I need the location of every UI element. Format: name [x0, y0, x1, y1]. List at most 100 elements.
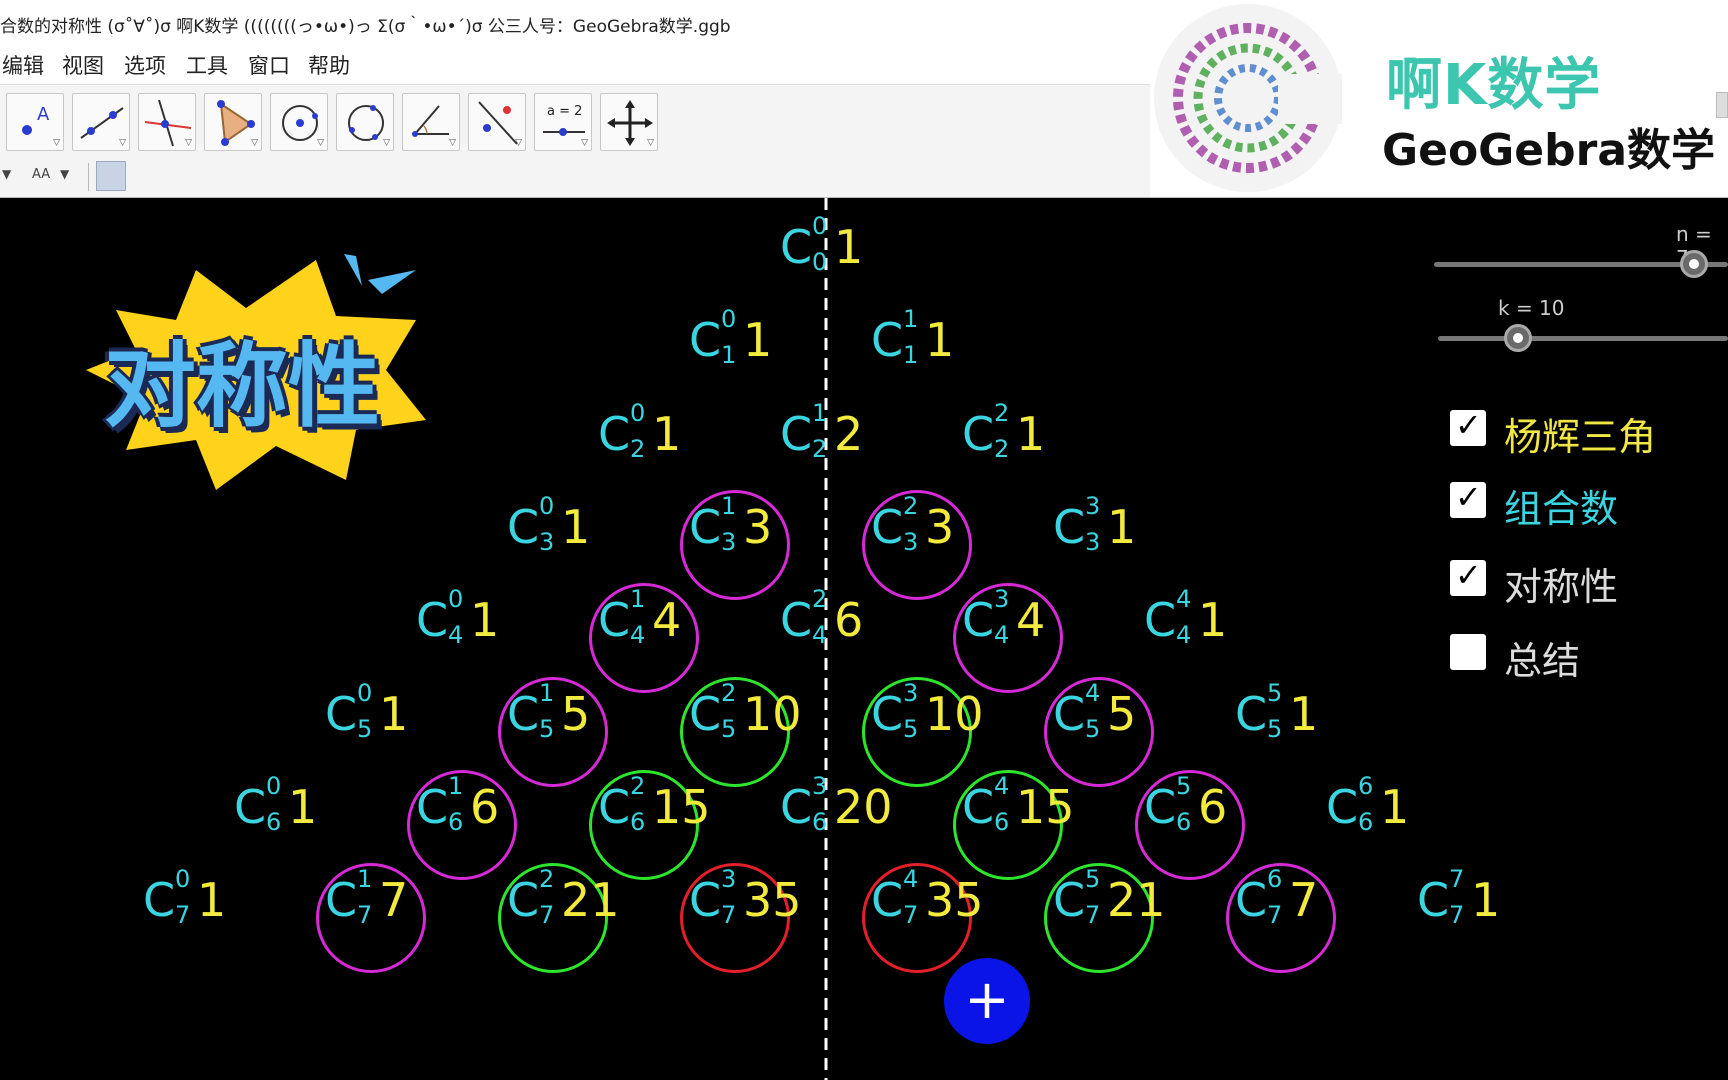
combination-value: 1 — [1289, 686, 1319, 741]
perpendicular-line-tool[interactable]: ▽ — [138, 93, 196, 151]
checkbox-box[interactable]: ✓ — [1450, 406, 1486, 446]
combination-value: 6 — [470, 779, 500, 834]
combination-symbol: C — [871, 873, 904, 928]
combination-n: 3 — [539, 527, 555, 556]
checkbox-box[interactable]: ✓ — [1450, 478, 1486, 518]
combination-symbol: C — [780, 593, 813, 648]
combination-value: 7 — [379, 873, 409, 928]
combination-symbol: C — [1235, 686, 1268, 741]
reflect-tool[interactable]: ▽ — [468, 93, 526, 151]
combination-symbol: C — [962, 779, 995, 834]
combination-symbol: C — [780, 406, 813, 461]
spiral-logo-icon — [1173, 23, 1342, 173]
combination-symbol: C — [780, 779, 813, 834]
svg-text:A: A — [37, 104, 50, 125]
side-panel-toggle[interactable] — [1716, 92, 1728, 118]
checkbox-label: 杨辉三角 — [1504, 415, 1657, 459]
combination-symbol: C — [325, 873, 358, 928]
combination-n: 5 — [357, 714, 373, 743]
brand-name: 啊K数学 — [1386, 53, 1602, 118]
combination-k: 7 — [1449, 865, 1465, 894]
combination-value: 1 — [1016, 406, 1046, 461]
combination-symbol: C — [689, 873, 722, 928]
checkbox-box[interactable] — [1450, 634, 1486, 670]
circle-center-point-tool[interactable]: ▽ — [270, 93, 328, 151]
combination-value: 15 — [652, 779, 711, 834]
combination-n: 5 — [539, 714, 555, 743]
font-size-button[interactable]: AA — [32, 167, 50, 182]
menu-window[interactable]: 窗口 — [248, 50, 290, 80]
combination-k: 3 — [812, 771, 828, 800]
combination-symbol: C — [780, 220, 813, 274]
combination-k: 3 — [721, 865, 737, 894]
combination-n: 1 — [903, 341, 919, 370]
slider-k-handle[interactable] — [1504, 324, 1532, 352]
pin-icon[interactable] — [96, 161, 126, 191]
checkbox-box[interactable]: ✓ — [1450, 556, 1486, 596]
combination-value: 1 — [197, 873, 227, 928]
combination-value: 2 — [834, 406, 864, 461]
angle-tool[interactable]: ▽ — [402, 93, 460, 151]
combination-n: 3 — [721, 527, 737, 556]
add-button[interactable]: + — [944, 958, 1030, 1044]
combination-k: 2 — [812, 585, 828, 614]
combination-n: 4 — [448, 621, 464, 650]
combination-value: 1 — [470, 593, 500, 648]
combination-value: 10 — [925, 686, 984, 741]
checkbox-label: 总结 — [1504, 639, 1581, 683]
menu-edit[interactable]: 编辑 — [2, 50, 44, 80]
circle-three-points-tool[interactable]: ▽ — [336, 93, 394, 151]
menu-tools[interactable]: 工具 — [186, 50, 228, 80]
check-icon: ✓ — [1455, 406, 1482, 444]
menu-help[interactable]: 帮助 — [308, 50, 350, 80]
combination-k: 0 — [266, 771, 282, 800]
combination-symbol: C — [143, 873, 176, 928]
brand-subtitle: GeoGebra数学 — [1382, 125, 1716, 176]
combination-n: 6 — [448, 807, 464, 836]
combination-n: 6 — [812, 807, 828, 836]
slider-k-track[interactable] — [1438, 336, 1728, 341]
combination-symbol: C — [325, 686, 358, 741]
window-title: 合数的对称性 (σ˚∀˚)σ 啊K数学 ((((((((っ•ω•)っ Σ(σ｀•… — [0, 17, 731, 37]
badge-text: 对称性 — [104, 333, 381, 440]
combination-n: 4 — [812, 621, 828, 650]
combination-n: 4 — [1176, 621, 1192, 650]
combination-value: 10 — [743, 686, 802, 741]
combination-value: 1 — [379, 686, 409, 741]
move-graphics-view-tool[interactable]: ▽ — [600, 93, 658, 151]
combination-n: 0 — [812, 248, 828, 276]
combination-symbol: C — [416, 593, 449, 648]
divider — [88, 163, 89, 191]
combination-value: 1 — [1198, 593, 1228, 648]
menu-options[interactable]: 选项 — [124, 50, 166, 80]
combination-symbol: C — [416, 779, 449, 834]
menu-view[interactable]: 视图 — [62, 50, 104, 80]
checkbox-label: 组合数 — [1504, 487, 1619, 531]
combination-k: 2 — [721, 678, 737, 707]
combination-n: 6 — [994, 807, 1010, 836]
combination-k: 0 — [175, 865, 191, 894]
line-tool[interactable]: ▽ — [72, 93, 130, 151]
polygon-tool[interactable]: ▽ — [204, 93, 262, 151]
point-tool[interactable]: A ▽ — [6, 93, 64, 151]
combination-symbol: C — [689, 499, 722, 554]
combination-symbol: C — [507, 873, 540, 928]
combination-value: 1 — [834, 220, 864, 274]
combination-n: 5 — [721, 714, 737, 743]
combination-value: 1 — [925, 313, 955, 368]
combination-symbol: C — [689, 686, 722, 741]
combination-n: 5 — [1267, 714, 1283, 743]
combination-n: 1 — [721, 341, 737, 370]
chevron-down-icon[interactable]: ▼ — [60, 167, 69, 181]
logo-emblem — [1154, 4, 1342, 192]
combination-n: 7 — [903, 901, 919, 930]
combination-n: 4 — [630, 621, 646, 650]
combination-k: 2 — [630, 771, 646, 800]
combination-n: 6 — [266, 807, 282, 836]
combination-n: 6 — [630, 807, 646, 836]
dropdown-icon[interactable]: ▼ — [2, 167, 11, 181]
combination-symbol: C — [871, 499, 904, 554]
slider-tool[interactable]: a = 2 ▽ — [534, 93, 592, 151]
combination-k: 2 — [539, 865, 555, 894]
slider-n-handle[interactable] — [1680, 250, 1708, 278]
